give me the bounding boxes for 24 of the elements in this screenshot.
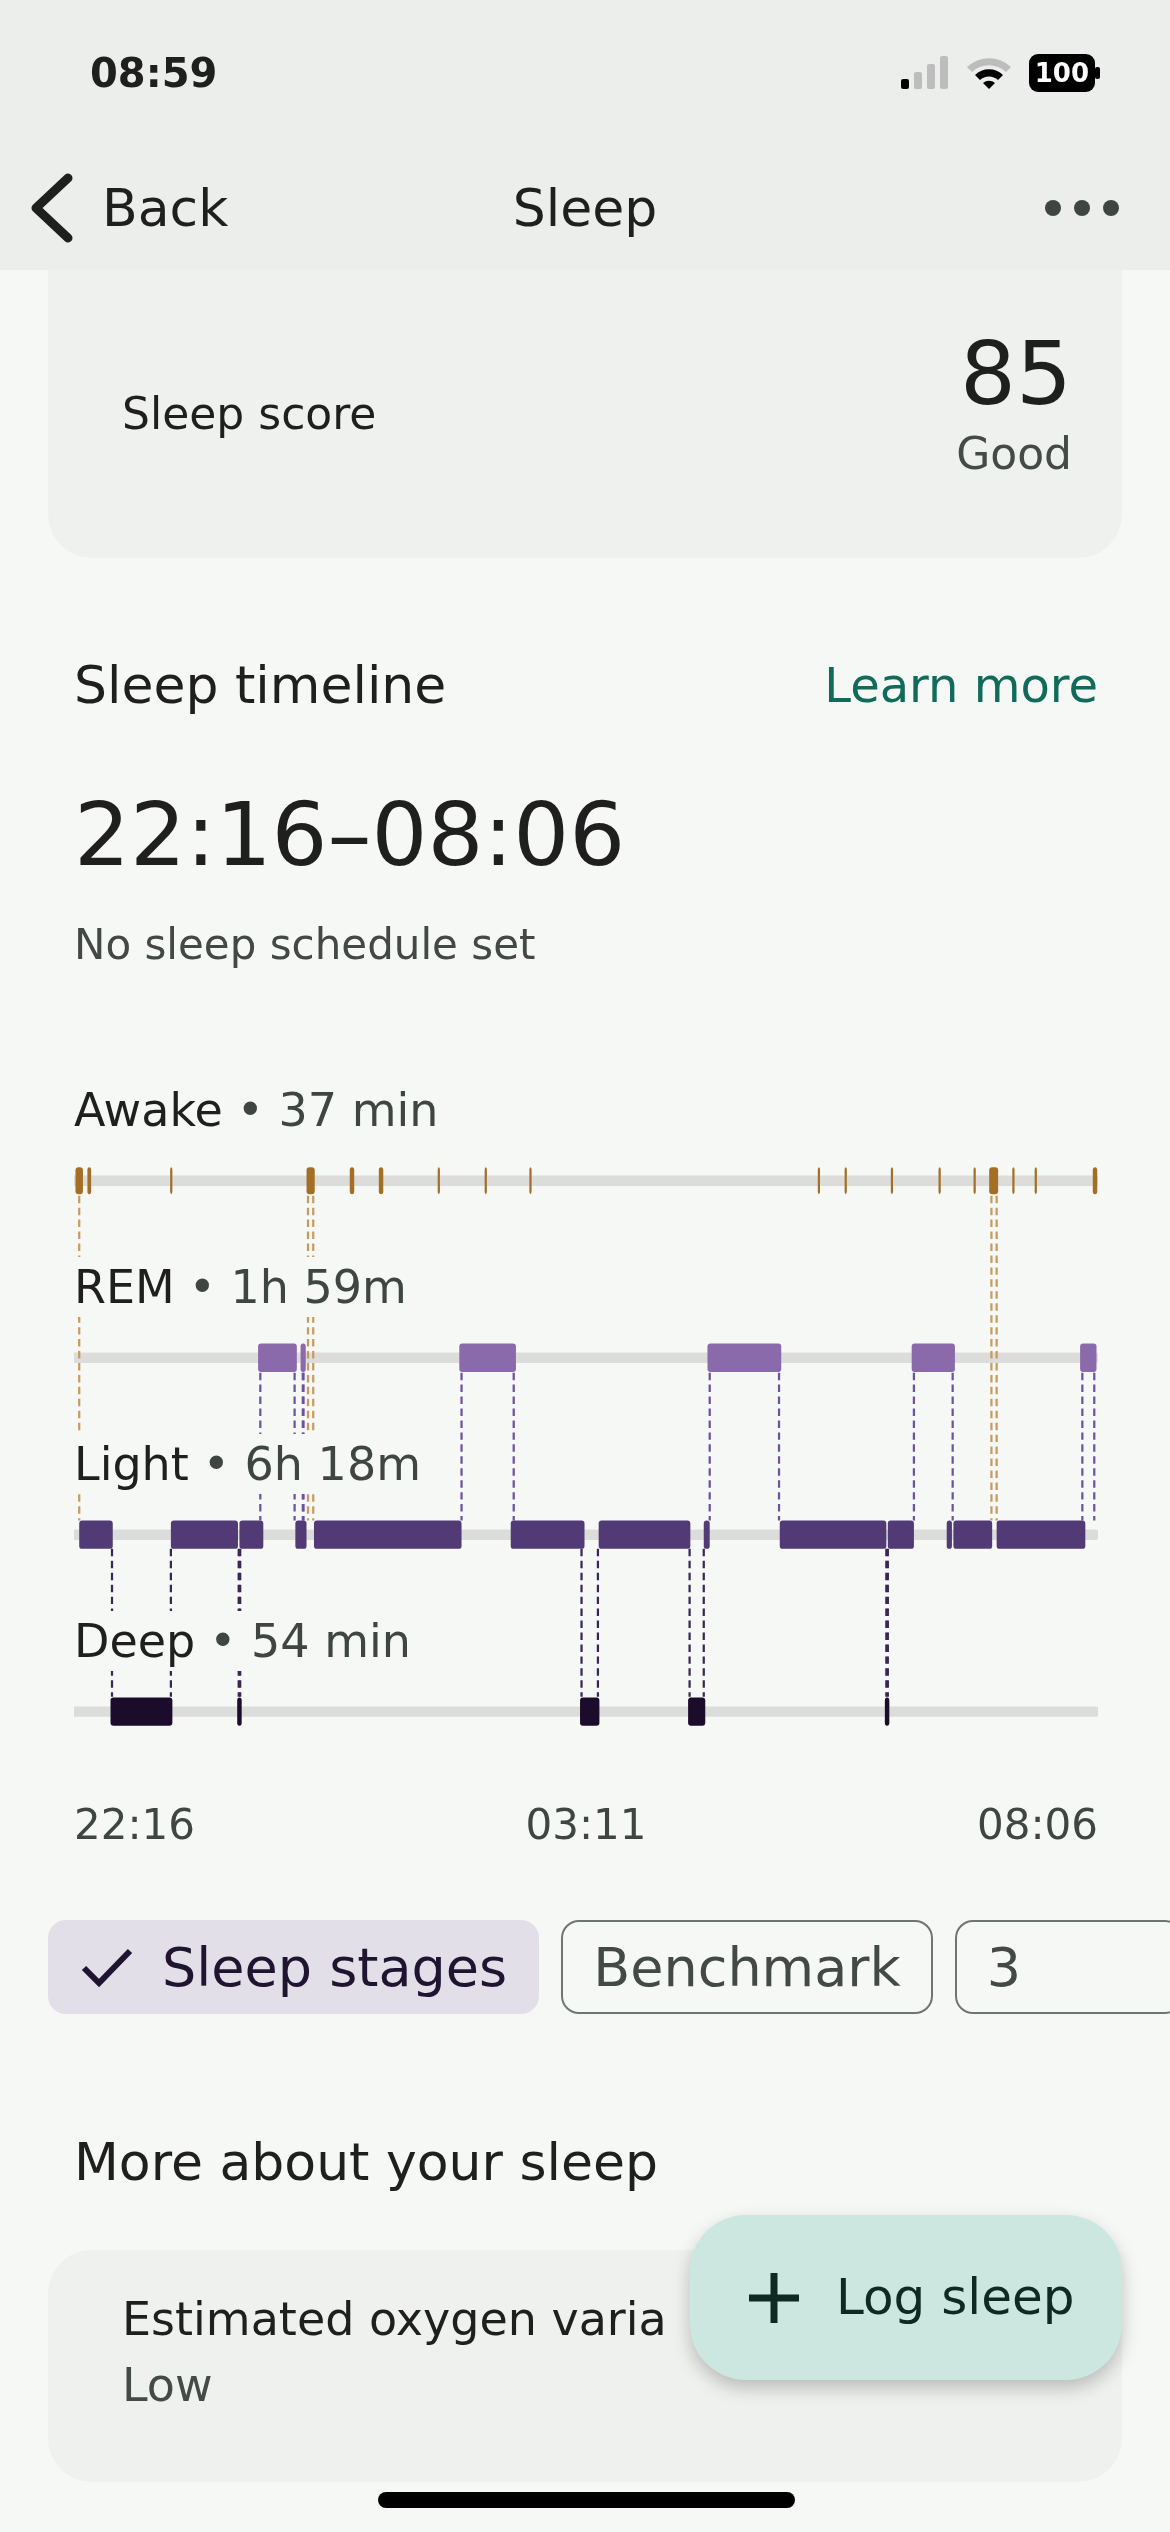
section-title: Sleep timeline (74, 654, 447, 717)
signal-icon (900, 54, 949, 91)
metric-title: Estimated oxygen varia (122, 2291, 667, 2348)
filter-chip[interactable]: 3 (954, 1920, 1170, 2014)
schedule-note: No sleep schedule set (74, 919, 537, 971)
time-label: 03:11 (525, 1799, 647, 1851)
learn-more-link[interactable]: Learn more (824, 650, 1098, 720)
status-time: 08:59 (90, 48, 218, 98)
score-label: Sleep score (122, 387, 377, 441)
page-title: Sleep (512, 176, 658, 240)
section-title: More about your sleep (74, 2131, 659, 2194)
sleep-time-range: 22:16–08:06 (74, 782, 627, 888)
check-icon (80, 1946, 134, 1988)
score-value: 85 (959, 324, 1072, 424)
time-label: 22:16 (74, 1799, 196, 1851)
back-button[interactable]: Back (28, 168, 229, 247)
log-sleep-button[interactable]: Log sleep (690, 2215, 1122, 2380)
metric-value: Low (122, 2357, 214, 2414)
sleep-score-card[interactable]: Sleep score 85 Good (48, 270, 1122, 558)
filter-chip[interactable]: Sleep stages (48, 1920, 540, 2014)
filter-chip[interactable]: Benchmark (561, 1920, 933, 2014)
more-icon[interactable] (1044, 198, 1120, 217)
time-label: 08:06 (976, 1799, 1098, 1851)
score-rating: Good (956, 427, 1072, 481)
